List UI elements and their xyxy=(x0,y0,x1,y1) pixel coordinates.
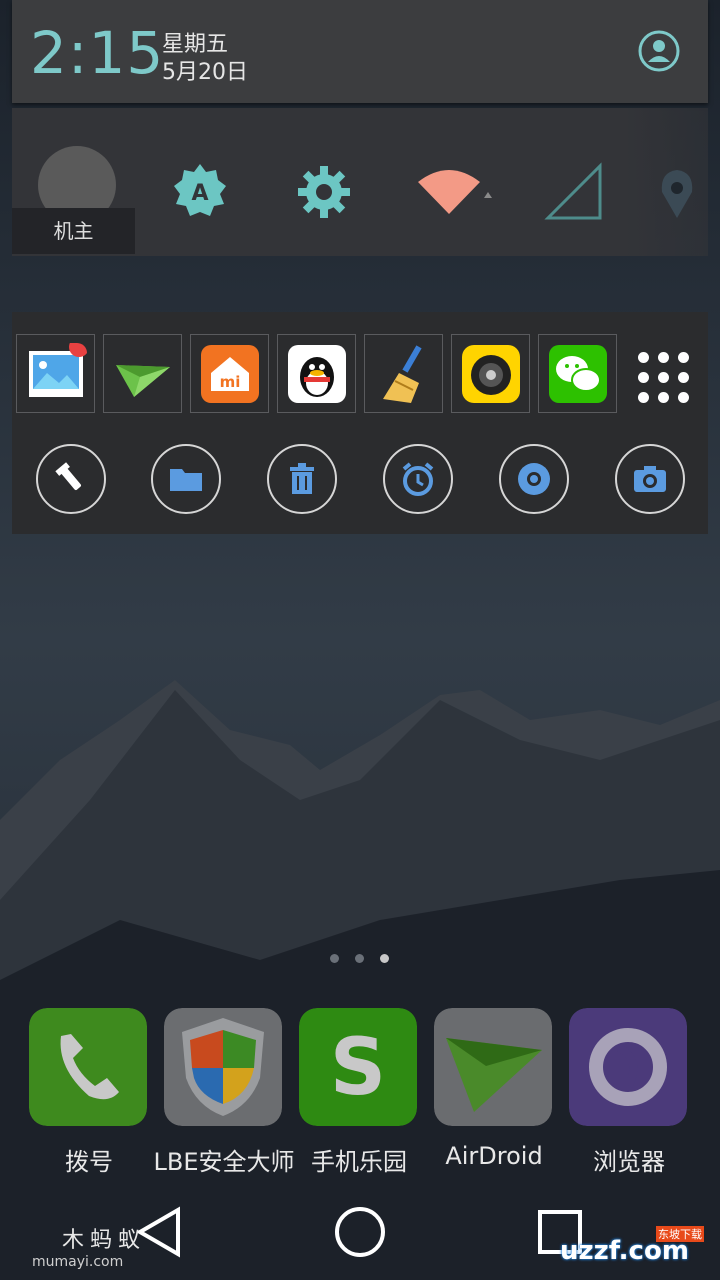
cleanup-button[interactable] xyxy=(267,444,337,514)
browser-icon xyxy=(569,1008,687,1126)
all-apps-grid-icon[interactable] xyxy=(638,352,690,404)
cellular-signal-icon[interactable] xyxy=(542,162,612,222)
watermark-left-sub: mumayi.com xyxy=(32,1254,124,1270)
camera360-app-tile[interactable] xyxy=(451,334,530,413)
flashlight-icon xyxy=(55,462,81,490)
cleaner-app-icon xyxy=(383,345,422,403)
gallery-app-icon xyxy=(29,343,87,397)
floating-quick-launch-panel: mi xyxy=(12,312,708,534)
wifi-icon[interactable] xyxy=(412,162,502,222)
cleaner-app-tile[interactable] xyxy=(364,334,443,413)
uzzf-watermark: 东坡下载 uzzf.com xyxy=(540,1214,712,1270)
trash-icon xyxy=(290,463,314,494)
mi-store-app-icon: mi xyxy=(201,345,259,403)
camera-button[interactable] xyxy=(615,444,685,514)
chrome-button[interactable] xyxy=(499,444,569,514)
alarm-button[interactable] xyxy=(383,444,453,514)
svg-text:S: S xyxy=(330,1023,386,1113)
phone-icon xyxy=(29,1008,147,1126)
airdroid-app-tile[interactable] xyxy=(103,334,182,413)
s-store-icon: S xyxy=(299,1008,417,1126)
chrome-icon xyxy=(518,463,550,495)
settings-gear-icon[interactable] xyxy=(294,162,354,222)
clock-time: 2:15 xyxy=(30,19,165,87)
qq-app-icon xyxy=(288,345,346,403)
notification-header: 2:15 星期五 5月20日 xyxy=(12,0,708,103)
wechat-app-tile[interactable] xyxy=(538,334,617,413)
watermark-left-main: 木蚂蚁 xyxy=(62,1228,147,1253)
location-icon[interactable] xyxy=(652,162,702,222)
airdroid-app-icon xyxy=(116,365,170,397)
watermark-right-main: uzzf.com xyxy=(560,1236,689,1266)
gallery-app-tile[interactable] xyxy=(16,334,95,413)
auto-brightness-icon[interactable]: A xyxy=(170,162,230,222)
qq-app-tile[interactable] xyxy=(277,334,356,413)
alarm-icon xyxy=(402,462,434,496)
camera-icon xyxy=(634,466,666,492)
home-icon xyxy=(335,1207,385,1257)
file-manager-button[interactable] xyxy=(151,444,221,514)
folder-icon xyxy=(170,469,202,491)
page-indicator-dot-active xyxy=(380,954,389,963)
mumayi-watermark: 木蚂蚁 mumayi.com xyxy=(6,1222,146,1270)
svg-text:mi: mi xyxy=(220,373,241,391)
user-profile-icon[interactable] xyxy=(638,30,680,72)
page-indicator-dot xyxy=(355,954,364,963)
owner-label[interactable]: 机主 xyxy=(12,208,135,254)
flashlight-button[interactable] xyxy=(36,444,106,514)
quick-settings-row: 机主 A xyxy=(12,108,708,256)
svg-text:A: A xyxy=(191,181,208,206)
dock-label: 浏览器 xyxy=(593,1148,665,1176)
camera360-app-icon xyxy=(462,345,520,403)
paper-plane-icon xyxy=(434,1008,552,1126)
shield-icon xyxy=(164,1008,282,1126)
mi-store-app-tile[interactable]: mi xyxy=(190,334,269,413)
page-indicator-dot xyxy=(330,954,339,963)
wechat-app-icon xyxy=(549,345,607,403)
date-label: 5月20日 xyxy=(162,60,248,85)
